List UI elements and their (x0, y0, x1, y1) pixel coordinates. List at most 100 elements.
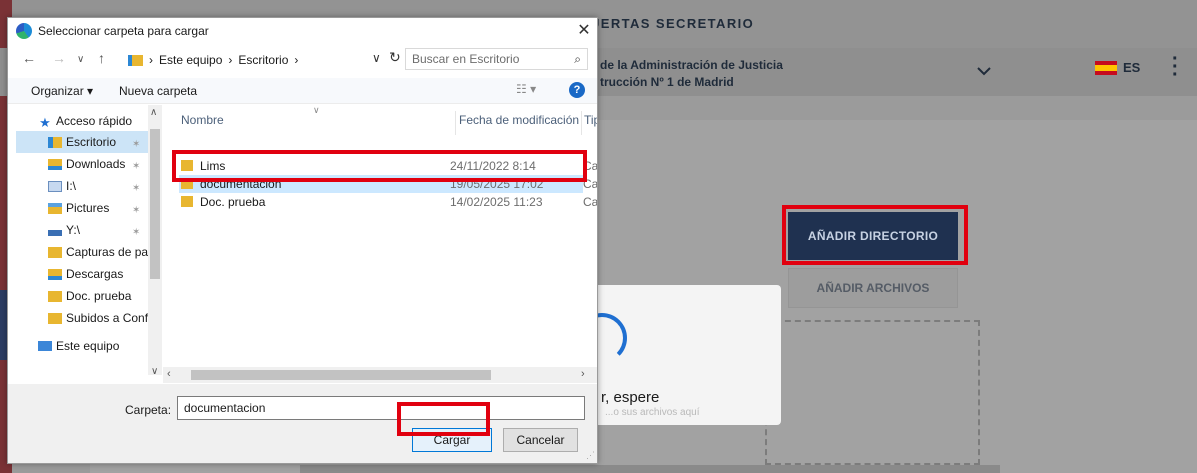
language-selector[interactable]: ES (1095, 60, 1140, 75)
new-folder-button[interactable]: Nueva carpeta (119, 84, 197, 98)
pin-icon[interactable]: ✶ (132, 183, 140, 194)
address-dropdown-icon[interactable]: ∨ (372, 51, 381, 65)
nav-item-label: I:\ (66, 179, 77, 193)
highlight-add-directory (782, 205, 968, 265)
forward-arrow-icon[interactable]: → (52, 50, 66, 66)
network-drive-icon (48, 229, 62, 236)
search-placeholder: Buscar en Escritorio (412, 52, 520, 66)
language-label: ES (1123, 60, 1141, 75)
more-options-icon[interactable]: · · · (1172, 49, 1179, 85)
back-arrow-icon[interactable]: ← (22, 50, 36, 66)
search-icon[interactable]: ⌕ (574, 52, 581, 67)
folder-name-input[interactable] (177, 396, 585, 420)
highlight-upload-button (397, 402, 490, 436)
folder-icon (48, 312, 62, 324)
nav-item-capturas[interactable]: Capturas de pan (48, 241, 162, 263)
scroll-left-icon[interactable]: ‹ (167, 368, 171, 380)
column-separator[interactable] (581, 111, 582, 135)
scroll-right-icon[interactable]: › (581, 368, 585, 380)
breadcrumb-item[interactable]: Escritorio (238, 53, 288, 67)
nav-item-drive-y[interactable]: Y:\ (48, 219, 162, 241)
resize-grip-icon[interactable]: ⋰ (586, 450, 595, 461)
organization-name-line1: de la Administración de Justicia (600, 58, 783, 72)
file-row-doc-prueba[interactable]: Doc. prueba 14/02/2025 11:23 Car (179, 193, 597, 211)
folder-upload-dialog: Seleccionar carpeta para cargar ✕ ← → ∨ … (7, 17, 598, 464)
pin-icon[interactable]: ✶ (132, 205, 140, 216)
nav-item-label: Subidos a Conflu (66, 311, 148, 325)
spain-flag-icon (1095, 60, 1117, 75)
nav-item-pictures[interactable]: Pictures (48, 197, 162, 219)
add-files-button[interactable]: AÑADIR ARCHIVOS (788, 268, 958, 308)
folder-icon (128, 54, 143, 66)
browser-app-icon (16, 23, 32, 39)
downloads-folder-icon (48, 158, 62, 170)
highlight-documentacion-row (172, 150, 587, 182)
breadcrumb-separator-icon: › (294, 53, 299, 67)
nav-item-drive-i[interactable]: I:\ (48, 175, 162, 197)
nav-item-this-pc[interactable]: Este equipo (38, 335, 162, 357)
pin-icon[interactable]: ✶ (132, 227, 140, 238)
column-separator[interactable] (455, 111, 456, 135)
dialog-title-bar[interactable]: Seleccionar carpeta para cargar ✕ (8, 18, 597, 44)
drive-icon (48, 180, 62, 192)
file-list-horizontal-scrollbar[interactable]: ‹ › (163, 367, 597, 383)
nav-item-label: Downloads (66, 157, 126, 171)
file-drop-zone[interactable] (765, 320, 980, 465)
scroll-up-icon[interactable]: ∧ (150, 107, 157, 118)
nav-item-escritorio[interactable]: Escritorio (16, 131, 148, 153)
organize-menu-button[interactable]: Organizar ▾ (31, 84, 93, 98)
star-icon: ★ (39, 115, 51, 130)
nav-item-label: Doc. prueba (66, 289, 132, 303)
column-header-type[interactable]: Tip (584, 113, 597, 127)
nav-item-quick-access[interactable]: ★ Acceso rápido (38, 110, 162, 132)
app-header-title: UERTAS SECRETARIO (590, 16, 755, 31)
nav-item-label: Este equipo (56, 339, 120, 353)
nav-item-label: Acceso rápido (56, 114, 133, 128)
nav-item-label: Descargas (66, 267, 124, 281)
nav-item-doc-prueba[interactable]: Doc. prueba (48, 285, 162, 307)
pin-icon[interactable]: ✶ (132, 139, 140, 150)
dialog-title: Seleccionar carpeta para cargar (38, 24, 209, 38)
nav-item-label: Capturas de pan (66, 245, 155, 259)
nav-item-descargas[interactable]: Descargas (48, 263, 162, 285)
nav-item-downloads[interactable]: Downloads (48, 153, 162, 175)
scrollbar-thumb[interactable] (150, 129, 160, 279)
file-type: Car (583, 195, 597, 209)
sort-indicator-icon: ∨ (313, 105, 320, 115)
downloads-folder-icon (48, 268, 62, 280)
cancel-button[interactable]: Cancelar (503, 428, 578, 452)
organization-name-line2: trucción Nº 1 de Madrid (600, 75, 734, 89)
view-options-icon[interactable]: ☷ ▾ (516, 82, 536, 96)
search-input[interactable]: Buscar en Escritorio ⌕ (405, 48, 588, 70)
recent-locations-chevron-icon[interactable]: ∨ (77, 54, 84, 65)
loading-text: r, espere (601, 389, 660, 406)
dialog-toolbar: Organizar ▾ Nueva carpeta ☷ ▾ ? (8, 78, 597, 104)
desktop-folder-icon (48, 136, 62, 148)
nav-item-label: Escritorio (66, 135, 117, 149)
column-header-name[interactable]: Nombre (181, 113, 224, 127)
breadcrumb-separator-icon: › (149, 53, 153, 67)
scroll-down-icon[interactable]: ∨ (151, 366, 158, 377)
folder-icon (181, 196, 193, 207)
file-list: ∨ Nombre Fecha de modificación Tip Lims … (163, 105, 597, 367)
nav-pane-scrollbar[interactable]: ∧ (148, 105, 162, 375)
up-arrow-icon[interactable]: ↑ (98, 50, 105, 66)
breadcrumb-separator-icon: › (228, 53, 233, 67)
close-icon[interactable]: ✕ (573, 20, 595, 42)
navigation-pane: ★ Acceso rápido Escritorio Downloads I:\… (8, 105, 162, 383)
refresh-icon[interactable]: ↻ (389, 49, 401, 66)
scrollbar-thumb[interactable] (191, 370, 491, 380)
address-bar[interactable]: › Este equipo › Escritorio › (128, 48, 411, 72)
nav-item-label: Y:\ (66, 223, 81, 237)
file-modified: 14/02/2025 11:23 (450, 195, 543, 209)
content-footer-bar (300, 465, 1000, 473)
folder-icon (48, 290, 62, 302)
column-header-modified[interactable]: Fecha de modificación (459, 113, 579, 127)
chevron-down-icon[interactable] (975, 62, 993, 80)
nav-item-subidos[interactable]: Subidos a Conflu (48, 307, 148, 329)
pin-icon[interactable]: ✶ (132, 161, 140, 172)
breadcrumb-item[interactable]: Este equipo (159, 53, 222, 67)
file-name: Doc. prueba (200, 195, 266, 209)
loading-subtext: ...o sus archivos aquí (605, 407, 700, 418)
help-icon[interactable]: ? (569, 82, 585, 98)
